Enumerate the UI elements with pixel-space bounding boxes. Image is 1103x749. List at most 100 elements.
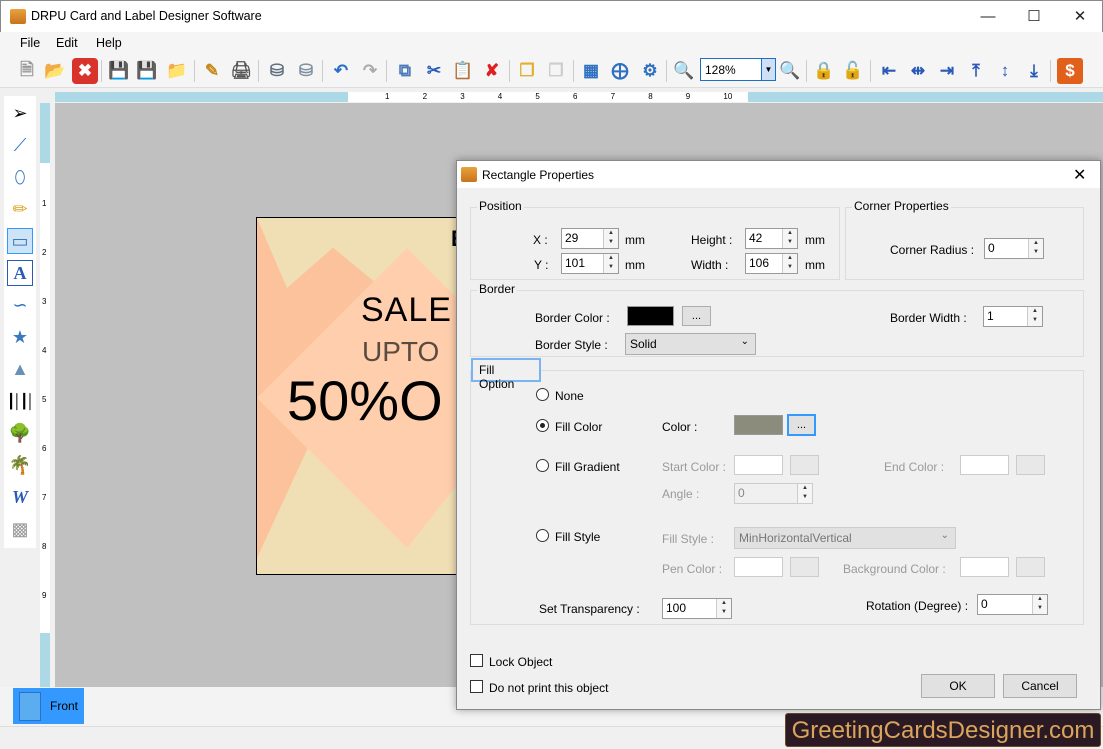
export-icon[interactable]: 📁 <box>164 58 190 84</box>
border-color-browse-button[interactable]: ... <box>682 306 711 326</box>
align-bottom-icon[interactable]: ⤓ <box>1021 58 1047 84</box>
align-top-icon[interactable]: ⤒ <box>963 58 989 84</box>
menu-edit[interactable]: Edit <box>56 36 78 50</box>
lock-object-checkbox[interactable] <box>470 654 483 667</box>
zoom-select[interactable]: 128% ▼ <box>700 58 776 81</box>
triangle-icon[interactable]: ▲ <box>7 356 33 382</box>
pencil-icon[interactable]: ✏ <box>7 196 33 222</box>
card-text-discount[interactable]: 50%O <box>287 368 443 433</box>
image-icon[interactable]: 🌳 <box>7 420 33 446</box>
fill-style-label[interactable]: Fill Style <box>555 530 600 544</box>
transparency-field[interactable]: 100 ▲ ▼ <box>662 598 732 619</box>
grid-icon[interactable]: ▦ <box>578 58 604 84</box>
chevron-down-icon[interactable]: ▼ <box>761 59 775 80</box>
delete-icon[interactable]: ✘ <box>479 58 505 84</box>
x-field[interactable]: 29 ▲ ▼ <box>561 228 619 249</box>
spinner-icon[interactable]: ▲ ▼ <box>797 484 812 503</box>
database-icon[interactable]: ⛁ <box>293 58 319 84</box>
border-width-field[interactable]: 1 ▲ ▼ <box>983 306 1043 327</box>
fill-color-browse-button[interactable]: ... <box>787 414 816 436</box>
background-color-browse-button[interactable] <box>1016 557 1045 577</box>
do-not-print-label[interactable]: Do not print this object <box>489 681 608 695</box>
spinner-icon[interactable]: ▲ ▼ <box>603 254 618 273</box>
end-color-browse-button[interactable] <box>1016 455 1045 475</box>
dialog-close-button[interactable]: ✕ <box>1073 165 1086 185</box>
zoom-in-icon[interactable]: 🔍 <box>671 58 697 84</box>
start-color-swatch[interactable] <box>734 455 783 475</box>
close-button[interactable]: ✕ <box>1057 1 1103 32</box>
fill-none-label[interactable]: None <box>555 389 584 403</box>
card-text-sale[interactable]: SALE <box>361 291 452 330</box>
align-left-icon[interactable]: ⇤ <box>876 58 902 84</box>
redo-icon[interactable]: ↷ <box>357 58 383 84</box>
background-color-swatch[interactable] <box>960 557 1009 577</box>
fill-color-radio[interactable] <box>536 419 549 432</box>
menu-help[interactable]: Help <box>96 36 122 50</box>
save-as-icon[interactable]: 💾 <box>134 58 160 84</box>
barcode-icon[interactable]: ┃│┃│ <box>7 388 35 414</box>
cut-icon[interactable]: ✂ <box>421 58 447 84</box>
y-field[interactable]: 101 ▲ ▼ <box>561 253 619 274</box>
start-color-browse-button[interactable] <box>790 455 819 475</box>
maximize-button[interactable]: ☐ <box>1011 1 1057 32</box>
zoom-out-icon[interactable]: 🔍 <box>777 58 803 84</box>
fill-style-radio[interactable] <box>536 529 549 542</box>
ok-button[interactable]: OK <box>921 674 995 698</box>
align-right-icon[interactable]: ⇥ <box>934 58 960 84</box>
pen-color-browse-button[interactable] <box>790 557 819 577</box>
curve-icon[interactable]: ∽ <box>7 292 33 318</box>
watermark-icon[interactable]: ▩ <box>7 516 33 542</box>
fill-none-radio[interactable] <box>536 388 549 401</box>
line-icon[interactable]: ⟋ <box>7 132 33 158</box>
menu-file[interactable]: File <box>20 36 40 50</box>
fill-style-select[interactable]: MinHorizontalVertical ⌄ <box>734 527 956 549</box>
center-icon[interactable]: ⨁ <box>607 58 633 84</box>
save-icon[interactable]: 💾 <box>106 58 132 84</box>
cancel-button[interactable]: Cancel <box>1003 674 1077 698</box>
align-center-icon[interactable]: ⇹ <box>905 58 931 84</box>
pen-color-swatch[interactable] <box>734 557 783 577</box>
angle-field[interactable]: 0 ▲ ▼ <box>734 483 813 504</box>
spinner-icon[interactable]: ▲ ▼ <box>1027 307 1042 326</box>
add-database-icon[interactable]: ⛁ <box>264 58 290 84</box>
copy-icon[interactable]: ⧉ <box>392 58 418 84</box>
rotation-field[interactable]: 0 ▲ ▼ <box>977 594 1048 615</box>
height-field[interactable]: 42 ▲ ▼ <box>745 228 798 249</box>
rectangle-icon[interactable]: ▭ <box>7 228 33 254</box>
spinner-icon[interactable]: ▲ ▼ <box>1032 595 1047 614</box>
border-style-select[interactable]: Solid ⌄ <box>625 333 756 355</box>
paste-icon[interactable]: 📋 <box>450 58 476 84</box>
unlock-icon[interactable]: 🔓 <box>840 58 866 84</box>
ellipse-icon[interactable]: ⬯ <box>7 164 33 190</box>
open-icon[interactable]: 📂 <box>42 58 68 84</box>
card-text-upto[interactable]: UPTO <box>362 336 439 368</box>
spinner-icon[interactable]: ▲ ▼ <box>603 229 618 248</box>
undo-icon[interactable]: ↶ <box>328 58 354 84</box>
fill-color-swatch[interactable] <box>734 415 783 435</box>
fit-icon[interactable]: ⚙ <box>637 58 663 84</box>
spinner-icon[interactable]: ▲ ▼ <box>782 254 797 273</box>
align-middle-icon[interactable]: ↕ <box>992 58 1018 84</box>
image-library-icon[interactable]: 🌴 <box>7 452 33 478</box>
star-icon[interactable]: ★ <box>7 324 33 350</box>
send-back-icon[interactable]: ❐ <box>543 58 569 84</box>
print-icon[interactable]: 🖨 <box>228 58 254 84</box>
buy-icon[interactable]: $ <box>1057 58 1083 84</box>
tab-front[interactable]: Front <box>13 688 84 724</box>
fill-color-label[interactable]: Fill Color <box>555 420 602 434</box>
spinner-icon[interactable]: ▲ ▼ <box>716 599 731 618</box>
minimize-button[interactable]: — <box>965 1 1011 32</box>
edit-icon[interactable]: ✎ <box>199 58 225 84</box>
card-design[interactable]: SALE UPTO 50%O E <box>256 217 460 575</box>
fill-gradient-label[interactable]: Fill Gradient <box>555 460 620 474</box>
corner-radius-field[interactable]: 0 ▲ ▼ <box>984 238 1044 259</box>
do-not-print-checkbox[interactable] <box>470 680 483 693</box>
text-icon[interactable]: A <box>7 260 33 286</box>
lock-icon[interactable]: 🔒 <box>811 58 837 84</box>
spinner-icon[interactable]: ▲ ▼ <box>1028 239 1043 258</box>
lock-object-label[interactable]: Lock Object <box>489 655 552 669</box>
bring-front-icon[interactable]: ❐ <box>514 58 540 84</box>
pointer-icon[interactable]: ➢ <box>7 100 33 126</box>
new-icon[interactable]: 🗎 <box>14 58 40 84</box>
width-field[interactable]: 106 ▲ ▼ <box>745 253 798 274</box>
